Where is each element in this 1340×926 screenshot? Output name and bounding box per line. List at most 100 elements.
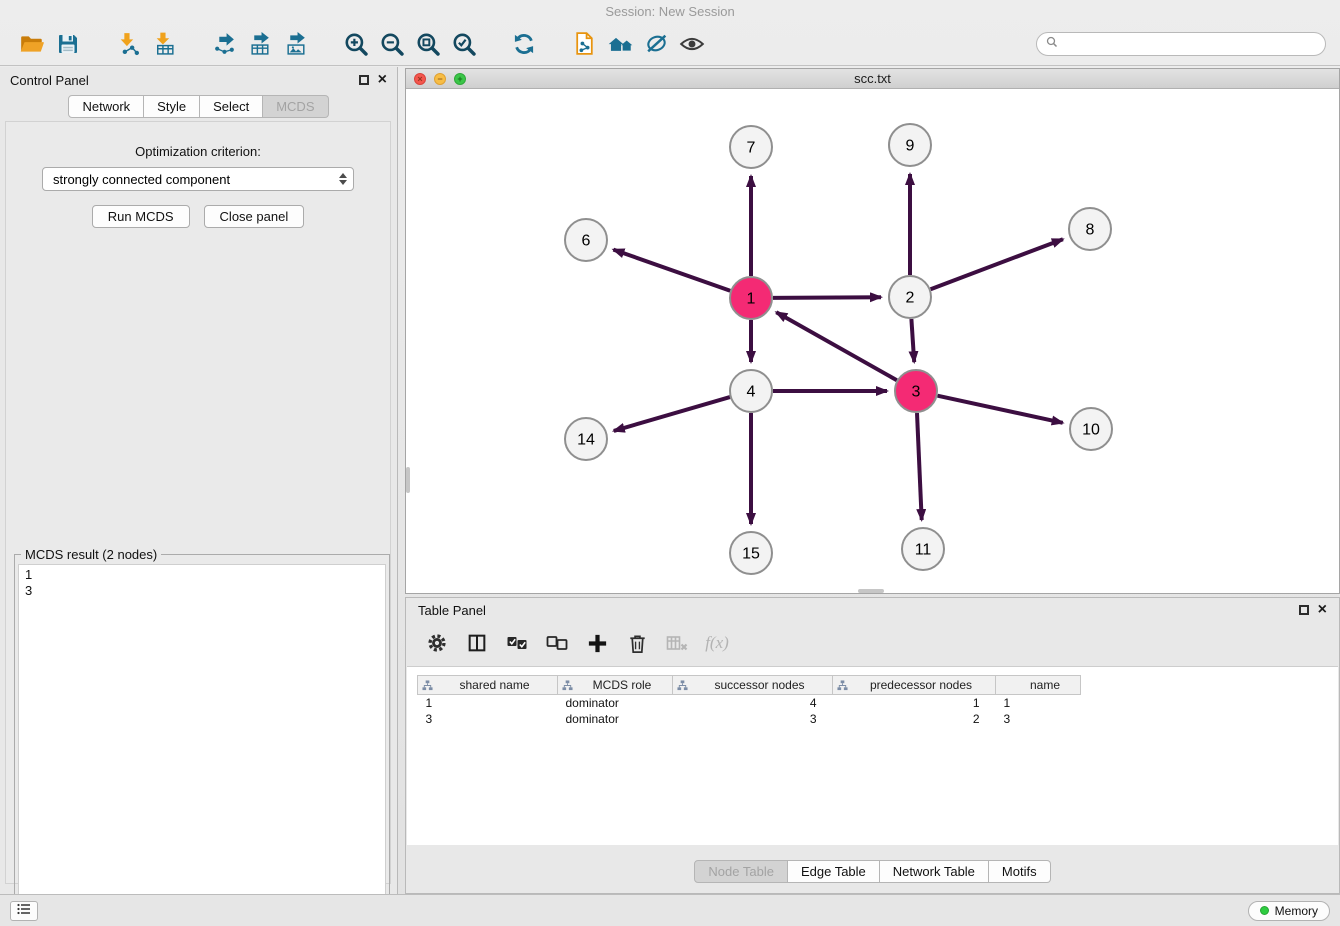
node-label: 9 xyxy=(906,138,915,155)
style-filter-button[interactable] xyxy=(638,26,674,62)
tab-motifs[interactable]: Motifs xyxy=(989,860,1051,883)
table-cell[interactable]: 1 xyxy=(418,695,558,711)
node-label: 6 xyxy=(582,233,591,250)
import-network-button[interactable] xyxy=(110,26,146,62)
export-network-button[interactable] xyxy=(206,26,242,62)
control-panel: Control Panel × Network Style Select MCD… xyxy=(0,67,398,894)
zoom-in-button[interactable] xyxy=(338,26,374,62)
float-table-panel-icon[interactable] xyxy=(1299,605,1309,615)
delete-table-button[interactable] xyxy=(662,628,692,658)
node-15[interactable]: 15 xyxy=(730,532,772,574)
task-history-button[interactable] xyxy=(10,901,38,921)
show-columns-button[interactable] xyxy=(462,628,492,658)
magnifier-check-icon xyxy=(451,31,477,57)
edge-2-to-3[interactable] xyxy=(911,319,914,362)
tab-mcds[interactable]: MCDS xyxy=(263,95,328,118)
show-hide-button[interactable] xyxy=(674,26,710,62)
node-14[interactable]: 14 xyxy=(565,418,607,460)
zoom-fit-button[interactable] xyxy=(410,26,446,62)
edge-1-to-6[interactable] xyxy=(613,250,730,291)
node-6[interactable]: 6 xyxy=(565,219,607,261)
refresh-layout-button[interactable] xyxy=(506,26,542,62)
column-header-predecessor-nodes[interactable]: predecessor nodes xyxy=(833,676,996,695)
edge-3-to-11[interactable] xyxy=(917,413,922,520)
table-row[interactable]: 1dominator411 xyxy=(418,695,1081,711)
deselect-all-button[interactable] xyxy=(542,628,572,658)
column-header-shared-name[interactable]: shared name xyxy=(418,676,558,695)
column-header-mcds-role[interactable]: MCDS role xyxy=(558,676,673,695)
search-icon xyxy=(1046,35,1058,53)
network-window-titlebar[interactable]: × − + scc.txt xyxy=(406,69,1339,89)
node-11[interactable]: 11 xyxy=(902,528,944,570)
node-label: 14 xyxy=(577,432,595,449)
circle-slash-icon xyxy=(644,31,669,56)
close-panel-button[interactable]: Close panel xyxy=(204,205,305,228)
node-4[interactable]: 4 xyxy=(730,370,772,412)
edge-2-to-8[interactable] xyxy=(931,239,1063,289)
edge-4-to-14[interactable] xyxy=(614,397,730,431)
horizontal-scrollbar-handle[interactable] xyxy=(858,589,884,593)
edge-3-to-1[interactable] xyxy=(776,312,897,380)
tab-style[interactable]: Style xyxy=(144,95,200,118)
network-document-button[interactable] xyxy=(566,26,602,62)
select-all-button[interactable] xyxy=(502,628,532,658)
node-9[interactable]: 9 xyxy=(889,124,931,166)
minimize-window-icon[interactable]: − xyxy=(434,73,446,85)
table-cell[interactable]: 3 xyxy=(996,711,1081,727)
zoom-out-button[interactable] xyxy=(374,26,410,62)
node-label: 10 xyxy=(1082,422,1100,439)
import-table-button[interactable] xyxy=(146,26,182,62)
node-label: 4 xyxy=(747,384,756,401)
node-3[interactable]: 3 xyxy=(895,370,937,412)
tab-edge-table[interactable]: Edge Table xyxy=(788,860,880,883)
export-image-button[interactable] xyxy=(278,26,314,62)
home-button[interactable] xyxy=(602,26,638,62)
tab-select[interactable]: Select xyxy=(200,95,263,118)
vertical-scrollbar-handle[interactable] xyxy=(406,467,410,493)
table-cell[interactable]: 1 xyxy=(833,695,996,711)
save-session-button[interactable] xyxy=(50,26,86,62)
add-column-button[interactable] xyxy=(582,628,612,658)
table-cell[interactable]: 2 xyxy=(833,711,996,727)
zoom-selected-button[interactable] xyxy=(446,26,482,62)
export-network-icon xyxy=(212,31,237,56)
tab-node-table[interactable]: Node Table xyxy=(694,860,788,883)
application-window: Session: New Session xyxy=(0,0,1340,926)
column-header-successor-nodes[interactable]: successor nodes xyxy=(673,676,833,695)
table-cell[interactable]: dominator xyxy=(558,695,673,711)
table-cell[interactable]: dominator xyxy=(558,711,673,727)
node-2[interactable]: 2 xyxy=(889,276,931,318)
delete-column-button[interactable] xyxy=(622,628,652,658)
table-cell[interactable]: 3 xyxy=(673,711,833,727)
node-8[interactable]: 8 xyxy=(1069,208,1111,250)
tab-network-table[interactable]: Network Table xyxy=(880,860,989,883)
edge-1-to-2[interactable] xyxy=(773,297,881,298)
table-settings-button[interactable] xyxy=(422,628,452,658)
network-canvas[interactable]: 7 9 6 8 1 2 4 3 14 10 15 11 xyxy=(406,89,1339,593)
table-cell[interactable]: 4 xyxy=(673,695,833,711)
close-table-panel-icon[interactable]: × xyxy=(1318,605,1327,615)
export-image-icon xyxy=(284,31,309,56)
node-label: 3 xyxy=(912,384,921,401)
maximize-window-icon[interactable]: + xyxy=(454,73,466,85)
tab-network[interactable]: Network xyxy=(68,95,144,118)
node-7[interactable]: 7 xyxy=(730,126,772,168)
export-table-button[interactable] xyxy=(242,26,278,62)
function-builder-button[interactable]: f(x) xyxy=(702,628,732,658)
node-10[interactable]: 10 xyxy=(1070,408,1112,450)
column-header-name[interactable]: name xyxy=(996,676,1081,695)
close-window-icon[interactable]: × xyxy=(414,73,426,85)
criterion-selected-value: strongly connected component xyxy=(53,172,230,187)
float-panel-icon[interactable] xyxy=(359,75,369,85)
search-input[interactable] xyxy=(1064,37,1316,51)
table-row[interactable]: 3dominator323 xyxy=(418,711,1081,727)
table-cell[interactable]: 3 xyxy=(418,711,558,727)
close-panel-icon[interactable]: × xyxy=(378,75,387,85)
run-mcds-button[interactable]: Run MCDS xyxy=(92,205,190,228)
table-cell[interactable]: 1 xyxy=(996,695,1081,711)
node-1[interactable]: 1 xyxy=(730,277,772,319)
open-session-button[interactable] xyxy=(14,26,50,62)
criterion-select[interactable]: strongly connected component xyxy=(42,167,354,191)
edge-3-to-10[interactable] xyxy=(938,396,1063,423)
memory-button[interactable]: Memory xyxy=(1248,901,1330,921)
